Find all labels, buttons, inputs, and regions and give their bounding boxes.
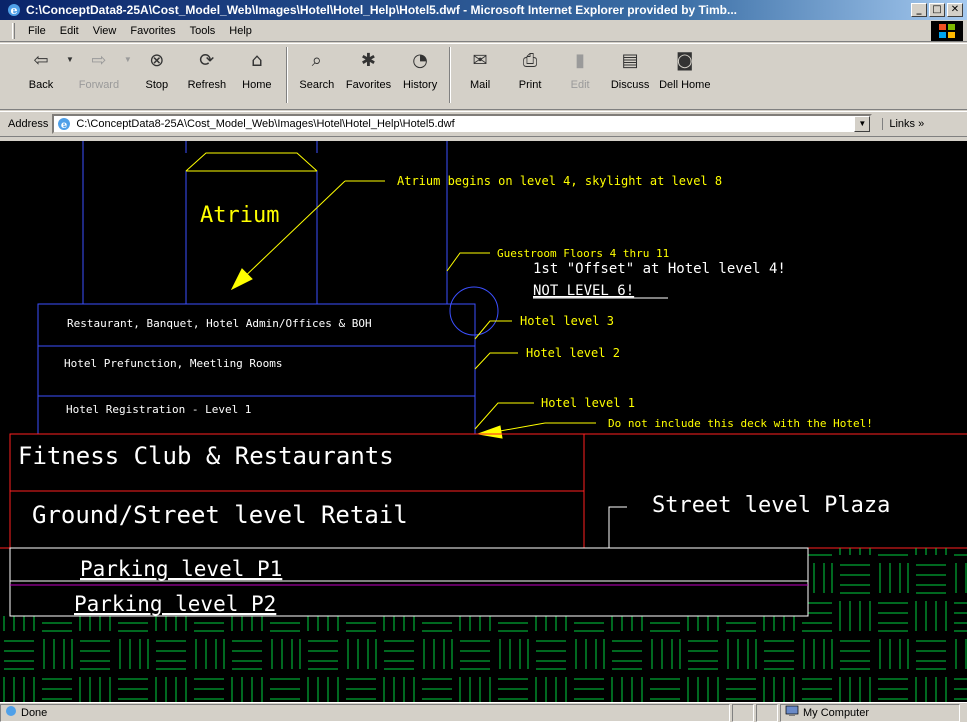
- plaza-label: Street level Plaza: [652, 493, 890, 518]
- level1-label: Hotel level 1: [541, 396, 635, 410]
- security-zone-cell: My Computer: [780, 703, 960, 722]
- forward-arrow-icon: ⇨: [91, 49, 107, 71]
- address-label: Address: [8, 118, 49, 130]
- forward-button[interactable]: ⇨ Forward: [74, 47, 124, 92]
- guestroom-note: Guestroom Floors 4 thru 11: [497, 247, 669, 260]
- windows-logo-icon: [931, 21, 963, 41]
- window-title: C:\ConceptData8-25A\Cost_Model_Web\Image…: [26, 3, 737, 17]
- computer-icon: [785, 705, 799, 720]
- search-icon: ⌕: [311, 49, 322, 71]
- status-text: Done: [21, 706, 48, 719]
- atrium-note: Atrium begins on level 4, skylight at le…: [397, 174, 722, 188]
- parking2-label: Parking level P2: [74, 592, 276, 616]
- favorites-folder-icon: ✱: [360, 49, 377, 71]
- menu-view[interactable]: View: [86, 25, 124, 37]
- menu-file[interactable]: File: [21, 25, 53, 37]
- favorites-button[interactable]: ✱ Favorites: [342, 47, 395, 92]
- status-cell-blank: [732, 703, 754, 722]
- level2-box: [37, 345, 476, 397]
- dwf-viewer[interactable]: Atrium Atrium begins on level 4, skyligh…: [0, 141, 967, 702]
- status-cell-blank: [756, 703, 778, 722]
- refresh-button[interactable]: ⟳ Refresh: [182, 47, 232, 92]
- address-dropdown-icon[interactable]: ▼: [854, 116, 871, 132]
- deck-note: Do not include this deck with the Hotel!: [608, 417, 873, 430]
- skylight-outline: [185, 152, 318, 172]
- address-bar: Address e C:\ConceptData8-25A\Cost_Model…: [0, 111, 967, 137]
- address-url: C:\ConceptData8-25A\Cost_Model_Web\Image…: [76, 118, 455, 130]
- back-dropdown-icon[interactable]: ▼: [66, 55, 74, 64]
- ie-icon: e: [6, 2, 22, 18]
- menu-grip[interactable]: [12, 22, 15, 39]
- dell-home-icon: ◙: [676, 49, 694, 71]
- menu-favorites[interactable]: Favorites: [123, 25, 182, 37]
- level2-label: Hotel level 2: [526, 346, 620, 360]
- home-icon: ⌂: [251, 49, 263, 71]
- toolbar: ⇦ Back ▼ ⇨ Forward ▼ ⊗ Stop ⟳ Refresh ⌂ …: [0, 43, 967, 110]
- level1-box-text: Hotel Registration - Level 1: [66, 403, 251, 416]
- toolbar-separator: [449, 47, 452, 103]
- menu-tools[interactable]: Tools: [183, 25, 223, 37]
- browser-window: e C:\ConceptData8-25A\Cost_Model_Web\Ima…: [0, 0, 967, 722]
- status-bar: Done My Computer: [0, 702, 967, 722]
- discuss-icon: ▤: [621, 49, 639, 71]
- stop-icon: ⊗: [149, 49, 165, 71]
- atrium-label: Atrium: [200, 203, 279, 228]
- menu-help[interactable]: Help: [222, 25, 259, 37]
- level2-box-text: Hotel Prefunction, Meetling Rooms: [64, 357, 283, 370]
- atrium-box: [185, 170, 318, 305]
- page-icon: e: [56, 116, 72, 132]
- toolbar-separator: [285, 47, 288, 103]
- cad-drawing: Atrium Atrium begins on level 4, skyligh…: [0, 141, 967, 702]
- status-text-cell: Done: [0, 703, 730, 722]
- parking1-label: Parking level P1: [80, 557, 282, 581]
- zone-text: My Computer: [803, 706, 870, 719]
- mail-button[interactable]: ✉ Mail: [455, 47, 505, 92]
- forward-dropdown-icon[interactable]: ▼: [124, 55, 132, 64]
- maximize-button[interactable]: □: [929, 3, 945, 17]
- svg-text:e: e: [11, 4, 18, 17]
- level3-label: Hotel level 3: [520, 314, 614, 328]
- page-done-icon: [5, 705, 17, 720]
- mail-icon: ✉: [472, 49, 488, 71]
- history-button[interactable]: ◔ History: [395, 47, 445, 92]
- offset-note: 1st "Offset" at Hotel level 4!: [533, 261, 786, 277]
- menu-bar: File Edit View Favorites Tools Help: [0, 20, 967, 42]
- retail-label: Ground/Street level Retail: [32, 501, 408, 529]
- close-button[interactable]: ✕: [947, 3, 963, 17]
- plaza-tile-hatch: [808, 548, 967, 616]
- address-input[interactable]: e C:\ConceptData8-25A\Cost_Model_Web\Ima…: [52, 114, 873, 134]
- svg-text:e: e: [61, 120, 67, 131]
- back-arrow-icon: ⇦: [33, 49, 49, 71]
- search-button[interactable]: ⌕ Search: [292, 47, 342, 92]
- stop-button[interactable]: ⊗ Stop: [132, 47, 182, 92]
- ground-tile-hatch: [0, 616, 967, 702]
- discuss-button[interactable]: ▤ Discuss: [605, 47, 655, 92]
- title-bar[interactable]: e C:\ConceptData8-25A\Cost_Model_Web\Ima…: [0, 0, 967, 20]
- not-level-note: NOT LEVEL 6!: [533, 283, 634, 299]
- menu-edit[interactable]: Edit: [53, 25, 86, 37]
- printer-icon: ⎙: [522, 49, 538, 71]
- home-button[interactable]: ⌂ Home: [232, 47, 282, 92]
- links-button[interactable]: Links »: [882, 118, 924, 130]
- edit-icon: ▮: [575, 49, 586, 71]
- history-icon: ◔: [412, 49, 428, 71]
- level3-box-text: Restaurant, Banquet, Hotel Admin/Offices…: [67, 317, 372, 330]
- minimize-button[interactable]: _: [911, 3, 927, 17]
- back-button[interactable]: ⇦ Back: [16, 47, 66, 92]
- fitness-label: Fitness Club & Restaurants: [18, 442, 394, 470]
- dell-home-button[interactable]: ◙ Dell Home: [655, 47, 714, 92]
- print-button[interactable]: ⎙ Print: [505, 47, 555, 92]
- refresh-icon: ⟳: [199, 49, 215, 71]
- edit-button[interactable]: ▮ Edit: [555, 47, 605, 92]
